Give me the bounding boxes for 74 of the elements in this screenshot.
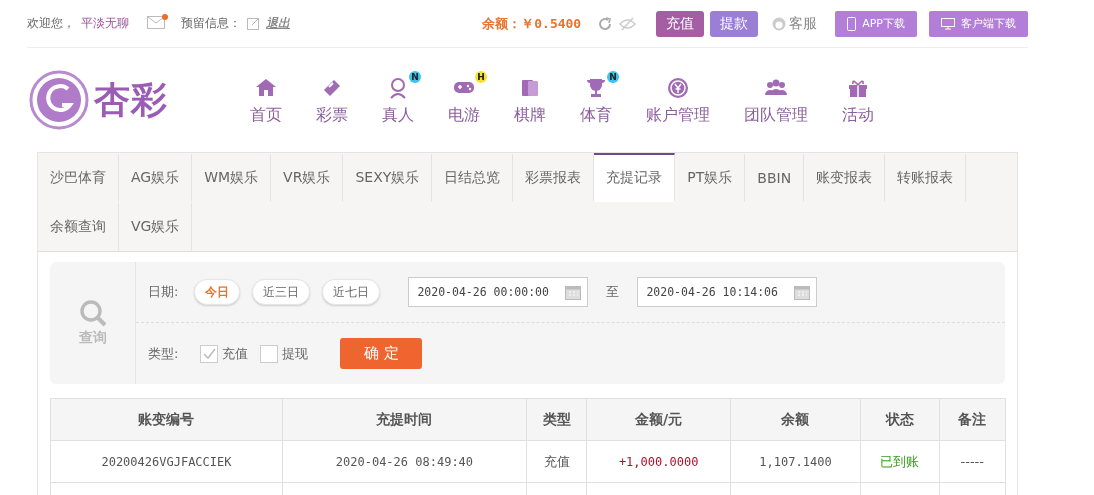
download-button[interactable]: APP下载 <box>835 10 917 37</box>
logo-text[interactable]: 杏彩 <box>94 75 168 125</box>
mail-icon[interactable] <box>147 15 165 32</box>
phone-icon <box>847 16 857 31</box>
to-label: 至 <box>606 283 620 301</box>
tab[interactable]: BBIN <box>745 153 805 202</box>
nav-item[interactable]: 彩票 <box>299 74 365 126</box>
gamepad-icon <box>452 81 476 94</box>
table-cell: 2020-04-26 08:49:40 <box>282 440 527 483</box>
tab[interactable]: 余额查询 <box>38 202 119 251</box>
tab[interactable]: 转账报表 <box>885 153 967 202</box>
table-cell: +1,000.0000 <box>586 440 731 483</box>
search-icon <box>78 299 107 327</box>
nav-item[interactable]: 活动 <box>825 74 891 126</box>
tab[interactable]: 账变报表 <box>804 153 886 202</box>
column-header: 备注 <box>939 398 1006 441</box>
checkbox[interactable] <box>200 344 219 363</box>
monitor-icon <box>941 17 955 30</box>
nav-item[interactable]: 首页 <box>233 74 299 126</box>
coin-icon <box>666 75 690 100</box>
column-header: 状态 <box>860 398 939 441</box>
deposit-button[interactable]: 充值 <box>656 10 705 37</box>
hide-eye-icon[interactable] <box>619 16 637 31</box>
nav-badge: N <box>607 70 619 83</box>
checkbox-label[interactable]: 提现 <box>282 344 309 363</box>
table-cell: 已到账 <box>860 440 939 483</box>
confirm-button[interactable]: 确 定 <box>340 338 423 369</box>
tab[interactable]: 日结总览 <box>432 153 514 202</box>
tab[interactable]: 沙巴体育 <box>38 153 119 202</box>
nav-item[interactable]: 团队管理 <box>727 74 825 126</box>
query-label: 查询 <box>78 329 107 347</box>
tab[interactable]: WM娱乐 <box>192 153 272 202</box>
column-header: 金额/元 <box>586 398 731 441</box>
table-cell: 20200426VGJFACCIEK <box>50 440 283 483</box>
balance-text: 余额：￥0.5400 <box>482 14 582 33</box>
checkbox[interactable] <box>260 344 279 363</box>
service-icon[interactable] <box>772 16 787 31</box>
tab[interactable]: PT娱乐 <box>675 153 746 202</box>
calendar-icon[interactable] <box>794 284 811 300</box>
logo-emblem-icon <box>28 69 90 131</box>
nav-badge: H <box>475 70 487 83</box>
column-header: 类型 <box>526 398 587 441</box>
type-label: 类型: <box>148 344 179 363</box>
date-range-button[interactable]: 今日 <box>194 279 241 305</box>
nav-item[interactable]: 账户管理 <box>629 74 727 126</box>
table-cell: ----- <box>939 440 1006 483</box>
refresh-icon[interactable] <box>597 15 614 32</box>
nav-item[interactable]: 棋牌 <box>497 74 563 126</box>
username: 平淡无聊 <box>81 15 129 32</box>
reserved-info-label: 预留信息： <box>181 15 241 32</box>
download-button[interactable]: 客户端下载 <box>929 10 1028 37</box>
nav-badge: N <box>409 70 421 83</box>
start-date-field[interactable]: 2020-04-26 00:00:00 <box>408 277 589 307</box>
date-range-button[interactable]: 近三日 <box>252 279 311 305</box>
column-header: 余额 <box>730 398 861 441</box>
date-range-button[interactable]: 近七日 <box>322 279 381 305</box>
calendar-icon[interactable] <box>565 284 582 300</box>
tab[interactable]: AG娱乐 <box>119 153 193 202</box>
tab[interactable]: 充提记录 <box>594 153 676 202</box>
withdraw-button[interactable]: 提款 <box>710 10 759 37</box>
tab[interactable]: VR娱乐 <box>271 153 344 202</box>
table-cell: 充值 <box>526 440 587 483</box>
tab[interactable]: VG娱乐 <box>119 202 193 251</box>
service-link[interactable]: 客服 <box>789 14 818 33</box>
logout-link[interactable]: 退出 <box>266 15 290 32</box>
edit-icon[interactable] <box>247 17 260 30</box>
tab[interactable]: SEXY娱乐 <box>343 153 433 202</box>
column-header: 账变编号 <box>50 398 283 441</box>
end-date-field[interactable]: 2020-04-26 10:14:06 <box>637 277 818 307</box>
table-cell: 1,107.1400 <box>730 440 861 483</box>
column-header: 充提时间 <box>282 398 527 441</box>
welcome-text: 欢迎您， <box>27 15 75 32</box>
checkbox-label[interactable]: 充值 <box>222 344 249 363</box>
date-label: 日期: <box>148 283 179 301</box>
